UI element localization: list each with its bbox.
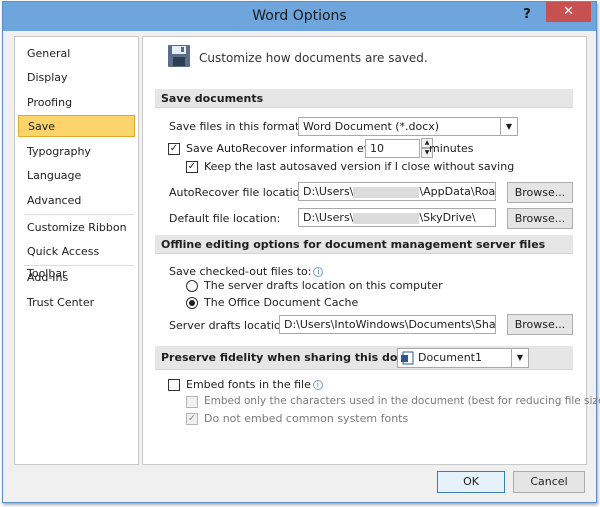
autorecover-browse-button[interactable]: Browse...	[507, 182, 573, 203]
checked-out-label-text: Save checked-out files to:	[169, 265, 312, 278]
format-select-value: Word Document (*.docx)	[303, 120, 440, 133]
window-title: Word Options	[252, 8, 347, 24]
page-header: Customize how documents are saved.	[199, 51, 428, 65]
default-browse-button[interactable]: Browse...	[507, 208, 573, 229]
cancel-button[interactable]: Cancel	[513, 471, 585, 493]
radio-office-cache[interactable]	[186, 297, 198, 309]
sidebar-item-customize-ribbon[interactable]: Customize Ribbon	[18, 217, 135, 239]
info-icon[interactable]: i	[312, 380, 323, 390]
chevron-down-icon[interactable]: ▼	[511, 349, 528, 367]
autorecover-location-suffix: \AppData\Roamin	[419, 185, 496, 198]
word-document-icon	[401, 351, 414, 365]
help-button[interactable]: ?	[517, 6, 537, 24]
sidebar-item-language[interactable]: Language	[18, 165, 135, 187]
default-location-label: Default file location:	[169, 212, 281, 225]
embed-fonts-label: Embed fonts in the file i	[186, 378, 323, 391]
autorecover-label: Save AutoRecover information every	[186, 142, 389, 155]
radio-server-drafts-label: The server drafts location on this compu…	[204, 279, 443, 292]
sidebar-item-proofing[interactable]: Proofing	[18, 92, 135, 114]
section-offline-editing: Offline editing options for document man…	[155, 235, 573, 254]
document-select[interactable]: Document1 ▼	[397, 348, 529, 368]
redacted-username	[353, 212, 420, 224]
keep-last-checkbox[interactable]: ✓	[186, 161, 198, 173]
autorecover-minutes-input[interactable]: 10	[365, 139, 420, 158]
document-select-value: Document1	[418, 351, 482, 364]
embed-fonts-label-text: Embed fonts in the file	[186, 378, 311, 391]
info-icon[interactable]: i	[313, 267, 324, 277]
sidebar-item-advanced[interactable]: Advanced	[18, 190, 135, 212]
floppy-disk-icon	[168, 45, 190, 67]
embed-chars-checkbox[interactable]	[186, 396, 198, 408]
default-location-prefix: D:\Users\	[303, 211, 354, 224]
checked-out-label: Save checked-out files to: i	[169, 265, 324, 278]
sidebar: General Display Proofing Save Typography…	[14, 36, 139, 465]
sidebar-item-general[interactable]: General	[18, 43, 135, 65]
sidebar-item-add-ins[interactable]: Add-Ins	[18, 267, 135, 289]
sidebar-item-quick-access-toolbar[interactable]: Quick Access Toolbar	[18, 241, 135, 280]
ok-button[interactable]: OK	[437, 471, 505, 493]
sidebar-divider	[24, 265, 134, 266]
section-save-documents: Save documents	[155, 89, 573, 108]
sidebar-item-save[interactable]: Save	[18, 115, 135, 137]
server-drafts-input[interactable]: D:\Users\IntoWindows\Documents\SharePoi	[279, 315, 496, 334]
no-common-fonts-label: Do not embed common system fonts	[204, 412, 409, 425]
format-label: Save files in this format:	[169, 120, 303, 133]
autorecover-minutes-value: 10	[370, 142, 384, 155]
radio-office-cache-label: The Office Document Cache	[204, 296, 359, 309]
server-drafts-value: D:\Users\IntoWindows\Documents\SharePoi	[284, 318, 496, 331]
no-common-fonts-checkbox[interactable]: ✓	[186, 413, 198, 425]
format-select[interactable]: Word Document (*.docx) ▼	[298, 117, 518, 136]
redacted-username	[353, 186, 420, 198]
minutes-label: minutes	[429, 142, 474, 155]
sidebar-item-display[interactable]: Display	[18, 67, 135, 89]
autorecover-location-input[interactable]: D:\Users\ \AppData\Roamin	[298, 182, 496, 201]
keep-last-label: Keep the last autosaved version if I clo…	[204, 160, 515, 173]
autorecover-location-label: AutoRecover file location:	[169, 186, 311, 199]
sidebar-item-trust-center[interactable]: Trust Center	[18, 292, 135, 314]
save-options-panel: Customize how documents are saved. Save …	[142, 36, 600, 465]
embed-fonts-checkbox[interactable]	[168, 379, 180, 391]
embed-chars-label: Embed only the characters used in the do…	[204, 395, 600, 407]
default-location-suffix: \SkyDrive\	[419, 211, 476, 224]
default-location-input[interactable]: D:\Users\ \SkyDrive\	[298, 208, 496, 227]
sidebar-item-typography[interactable]: Typography	[18, 141, 135, 163]
autorecover-checkbox[interactable]: ✓	[168, 143, 180, 155]
autorecover-location-prefix: D:\Users\	[303, 185, 354, 198]
title-bar[interactable]: Word Options ? ✕	[3, 2, 596, 31]
server-drafts-label: Server drafts location:	[169, 319, 292, 332]
chevron-down-icon[interactable]: ▼	[500, 118, 517, 135]
server-drafts-browse-button[interactable]: Browse...	[507, 314, 573, 335]
radio-server-drafts[interactable]	[186, 280, 198, 292]
close-button[interactable]: ✕	[546, 2, 591, 22]
sidebar-divider	[24, 214, 134, 215]
word-options-dialog: Word Options ? ✕ General Display Proofin…	[2, 1, 600, 503]
